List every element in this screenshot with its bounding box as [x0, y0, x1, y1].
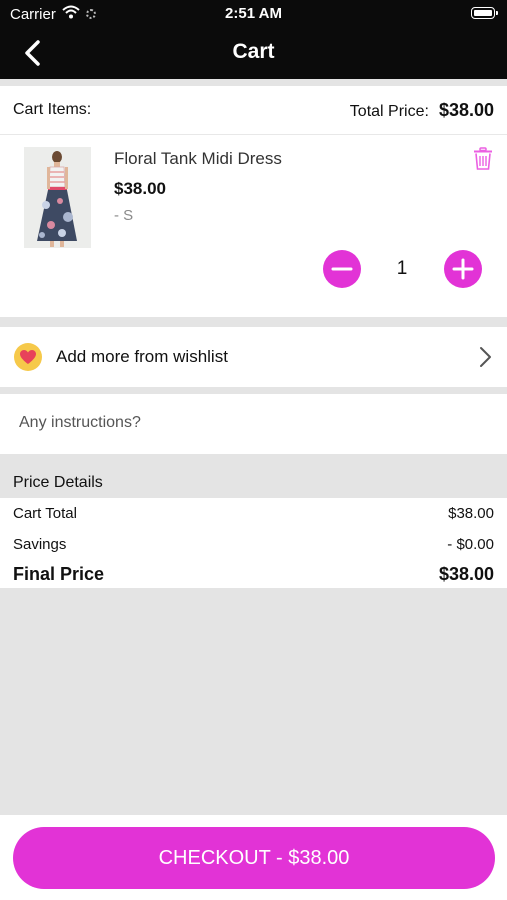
- trash-icon: [474, 147, 492, 170]
- price-details-header: Price Details: [0, 456, 507, 496]
- status-bar: Carrier 2:51 AM: [0, 0, 507, 28]
- price-details-title: Price Details: [13, 474, 103, 491]
- instructions-field[interactable]: Any instructions?: [0, 394, 507, 454]
- status-time: 2:51 AM: [225, 5, 282, 22]
- product-variant: - S: [114, 207, 134, 224]
- final-price-row: Final Price $38.00: [13, 564, 494, 588]
- chevron-right-icon: [480, 347, 491, 367]
- total-price-value: $38.00: [438, 100, 494, 120]
- savings-label: Savings: [13, 536, 67, 553]
- navigation-bar: Cart: [0, 28, 507, 79]
- battery-icon: [471, 7, 498, 19]
- wishlist-label: Add more from wishlist: [56, 347, 228, 366]
- final-price-value: $38.00: [438, 564, 494, 584]
- checkout-bar: CHECKOUT - $38.00: [0, 815, 507, 900]
- instructions-placeholder: Any instructions?: [19, 414, 141, 431]
- page-title: Cart: [232, 40, 275, 63]
- cart-summary: Cart Items: Total Price: $38.00: [0, 86, 507, 135]
- minus-icon: [331, 267, 353, 271]
- savings-row: Savings - $0.00: [13, 536, 494, 560]
- total-price: Total Price: $38.00: [350, 100, 494, 121]
- product-image[interactable]: [24, 147, 91, 248]
- dress-photo-icon: [24, 147, 91, 248]
- increase-quantity-button[interactable]: [444, 250, 482, 288]
- plus-icon: [452, 258, 474, 280]
- add-from-wishlist-row[interactable]: Add more from wishlist: [0, 327, 507, 387]
- decrease-quantity-button[interactable]: [323, 250, 361, 288]
- total-price-label: Total Price:: [349, 103, 429, 120]
- savings-value: - $0.00: [447, 536, 494, 553]
- product-price: $38.00: [114, 179, 166, 198]
- heart-icon: [20, 350, 36, 364]
- cart-items-label: Cart Items:: [13, 101, 92, 118]
- product-name[interactable]: Floral Tank Midi Dress: [114, 149, 282, 169]
- quantity-value: 1: [396, 258, 408, 279]
- remove-item-button[interactable]: [472, 147, 494, 171]
- cart-total-row: Cart Total $38.00: [13, 505, 494, 529]
- wishlist-badge: [14, 343, 42, 371]
- cart-total-value: $38.00: [448, 505, 494, 522]
- cart-item: Floral Tank Midi Dress $38.00 - S 1: [0, 135, 507, 317]
- cart-total-label: Cart Total: [13, 505, 77, 522]
- checkout-button[interactable]: CHECKOUT - $38.00: [13, 827, 495, 889]
- final-price-label: Final Price: [13, 564, 105, 584]
- price-details: Cart Total $38.00 Savings - $0.00 Final …: [0, 498, 507, 588]
